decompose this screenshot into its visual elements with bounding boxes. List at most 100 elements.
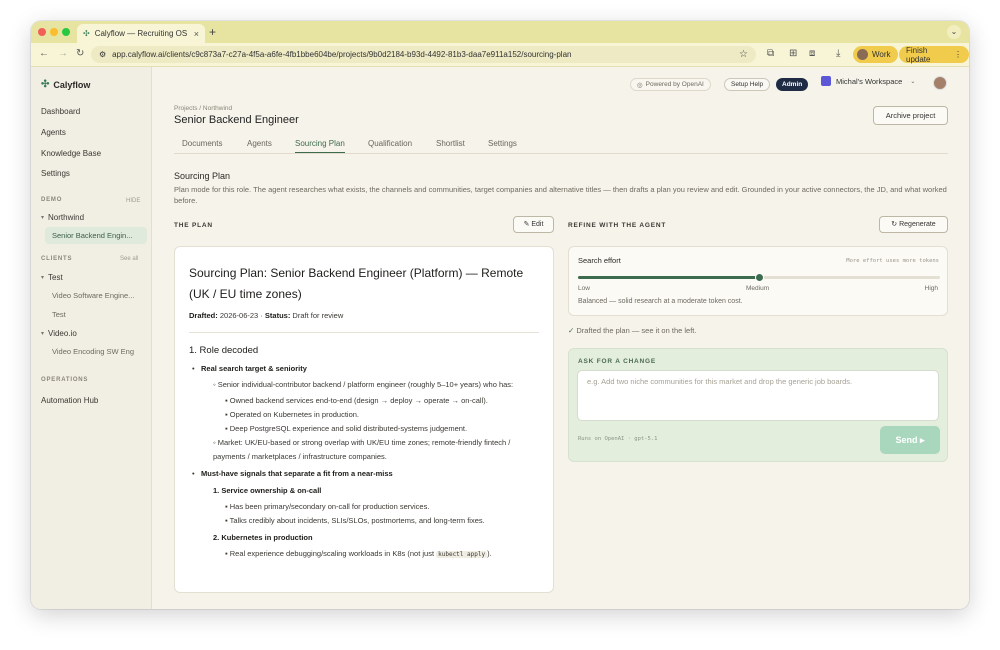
profile-button[interactable]: Work <box>853 46 898 63</box>
workspace-switcher[interactable]: Michal's Workspace ⌄ <box>821 76 915 86</box>
back-icon[interactable]: ← <box>39 48 49 59</box>
forward-icon[interactable]: → <box>58 48 68 59</box>
close-window-button[interactable] <box>38 28 46 36</box>
app: ✣ Calyflow Dashboard Agents Knowledge Ba… <box>31 67 969 609</box>
clients-see-all-link[interactable]: See all <box>120 256 138 262</box>
sidebar-group-video-io[interactable]: ▾ Video.io <box>41 329 77 338</box>
list-item: ▪ Owned backend services end-to-end (des… <box>225 396 488 405</box>
project-tabs: Documents Agents Sourcing Plan Qualifica… <box>174 133 948 154</box>
tab-sourcing-plan[interactable]: Sourcing Plan <box>295 139 345 153</box>
market-text: Market: UK/EU-based or strong overlap wi… <box>213 438 511 461</box>
tab-list-chevron-icon[interactable]: ⌄ <box>947 25 961 39</box>
signal-heading: 2. Kubernetes in production <box>213 533 313 542</box>
sidebar-item-settings[interactable]: Settings <box>41 169 70 178</box>
brand-name: Calyflow <box>53 79 91 90</box>
finish-update-button[interactable]: Finish update ⋮ <box>899 46 969 64</box>
browser-tab-title: Calyflow — Recruiting OS <box>94 29 188 38</box>
tab-documents[interactable]: Documents <box>182 139 222 148</box>
list-item: ◦ Senior individual-contributor backend … <box>213 378 539 436</box>
gift-icon[interactable]: ⊞ <box>789 48 797 59</box>
minimize-window-button[interactable] <box>50 28 58 36</box>
target-item: Operated on Kubernetes in production. <box>229 410 360 419</box>
sidebar-item-automation-hub[interactable]: Automation Hub <box>41 396 98 405</box>
more-menu-icon: ⋮ <box>954 50 962 59</box>
archive-project-button[interactable]: Archive project <box>873 106 948 125</box>
list-item: Real search target & seniority ◦ Senior … <box>192 362 539 464</box>
sidebar-item-video-encoding-sw-eng[interactable]: Video Encoding SW Eng <box>52 347 134 356</box>
workspace-icon <box>821 76 831 86</box>
browser-window: ✣ Calyflow — Recruiting OS × + ⌄ ← → ↻ ⚙… <box>31 21 969 609</box>
sidebar-group-test[interactable]: ▾ Test <box>41 273 63 282</box>
demo-hide-button[interactable]: HIDE <box>126 198 140 204</box>
tab-qualification[interactable]: Qualification <box>368 139 412 148</box>
target-sublist: ▪ Owned backend services end-to-end (des… <box>213 394 539 436</box>
check-icon: ✓ <box>568 326 575 335</box>
target-item: Owned backend services end-to-end (desig… <box>229 396 488 405</box>
model-info: Runs on OpenAI · gpt-5.1 <box>578 436 658 442</box>
page-title: Senior Backend Engineer <box>174 114 299 126</box>
reload-icon[interactable]: ↻ <box>76 48 84 59</box>
close-tab-icon[interactable]: × <box>194 29 199 39</box>
tab-shortlist[interactable]: Shortlist <box>436 139 465 148</box>
list-item: ▪ Operated on Kubernetes in production. <box>225 410 360 419</box>
sidebar-group-label: Test <box>48 273 63 282</box>
maximize-window-button[interactable] <box>62 28 70 36</box>
tab-agents[interactable]: Agents <box>247 139 272 148</box>
sidebar-item-agents[interactable]: Agents <box>41 128 66 137</box>
sidebar-item-senior-backend-engineer[interactable]: Senior Backend Engin... <box>45 227 147 244</box>
sidebar-section-clients: CLIENTS <box>41 256 73 262</box>
must-have-heading: Must-have signals that separate a fit fr… <box>201 469 393 478</box>
breadcrumb[interactable]: Projects / Northwind <box>174 105 232 112</box>
signal-item: Talks credibly about incidents, SLIs/SLO… <box>229 516 485 525</box>
sidebar-group-northwind[interactable]: ▾ Northwind <box>41 213 84 222</box>
tick-high: High <box>924 285 938 292</box>
site-settings-icon[interactable]: ⚙ <box>99 50 106 59</box>
address-bar-row: ← → ↻ ⚙ app.calyflow.ai/clients/c9c873a7… <box>31 43 969 67</box>
status-label: Status: <box>264 311 291 320</box>
calyflow-favicon-icon: ✣ <box>83 29 90 38</box>
change-request-input[interactable] <box>577 370 939 421</box>
inline-code: kubectl apply <box>436 551 488 558</box>
send-button[interactable]: Send ▸ <box>880 426 940 454</box>
extensions-icon[interactable]: ⧈ <box>809 48 815 59</box>
drafted-note: Drafted the plan — see it on the left. <box>576 326 697 335</box>
sidebar-section-demo: DEMO <box>41 197 63 203</box>
list-item: ▪ Has been primary/secondary on-call for… <box>225 502 430 511</box>
bookmark-star-icon[interactable]: ☆ <box>739 49 748 60</box>
sidebar-item-test[interactable]: Test <box>52 310 66 319</box>
ask-label: ASK FOR A CHANGE <box>578 358 657 365</box>
search-effort-hint: More effort uses more tokens <box>846 258 939 264</box>
translate-icon[interactable]: ⧉ <box>767 48 774 59</box>
setup-help-button[interactable]: Setup Help <box>724 78 771 91</box>
sidebar-item-knowledge-base[interactable]: Knowledge Base <box>41 149 101 158</box>
signals-list: 1. Service ownership & on-call ▪ Has bee… <box>201 484 539 562</box>
regenerate-button[interactable]: ↻ Regenerate <box>879 216 948 233</box>
plan-doc-title: Sourcing Plan: Senior Backend Engineer (… <box>189 266 524 301</box>
edit-plan-button[interactable]: ✎ Edit <box>513 216 554 233</box>
refine-heading: REFINE WITH THE AGENT <box>568 222 667 229</box>
sidebar-group-label: Video.io <box>48 329 77 338</box>
target-desc: Senior individual-contributor backend / … <box>217 380 514 389</box>
url-bar[interactable]: ⚙ app.calyflow.ai/clients/c9c873a7-c27a-… <box>91 46 756 63</box>
brand[interactable]: ✣ Calyflow <box>41 79 90 90</box>
chevron-down-icon: ▾ <box>41 215 45 221</box>
search-effort-slider[interactable] <box>578 273 940 282</box>
sidebar-item-dashboard[interactable]: Dashboard <box>41 107 80 116</box>
main-content: ◎ Powered by OpenAI Setup Help Admin Mic… <box>152 67 969 609</box>
slider-thumb[interactable] <box>754 273 764 282</box>
ask-for-change-panel: ASK FOR A CHANGE Runs on OpenAI · gpt-5.… <box>568 348 948 462</box>
admin-badge[interactable]: Admin <box>776 78 809 91</box>
user-avatar[interactable] <box>933 76 947 90</box>
sidebar-group-label: Northwind <box>48 213 85 222</box>
list-item: ◦ Market: UK/EU-based or strong overlap … <box>213 438 511 461</box>
openai-icon: ◎ <box>637 81 643 89</box>
browser-tab[interactable]: ✣ Calyflow — Recruiting OS × <box>77 24 205 43</box>
tab-settings[interactable]: Settings <box>488 139 517 148</box>
real-target-heading: Real search target & seniority <box>201 364 307 373</box>
chevron-down-icon: ▾ <box>41 331 45 337</box>
target-item: Deep PostgreSQL experience and solid dis… <box>229 424 468 433</box>
slider-fill <box>578 276 759 279</box>
download-icon[interactable]: ⤓ <box>836 48 840 59</box>
sidebar-item-video-software-engineer[interactable]: Video Software Engine... <box>52 291 134 300</box>
new-tab-icon[interactable]: + <box>209 25 216 39</box>
